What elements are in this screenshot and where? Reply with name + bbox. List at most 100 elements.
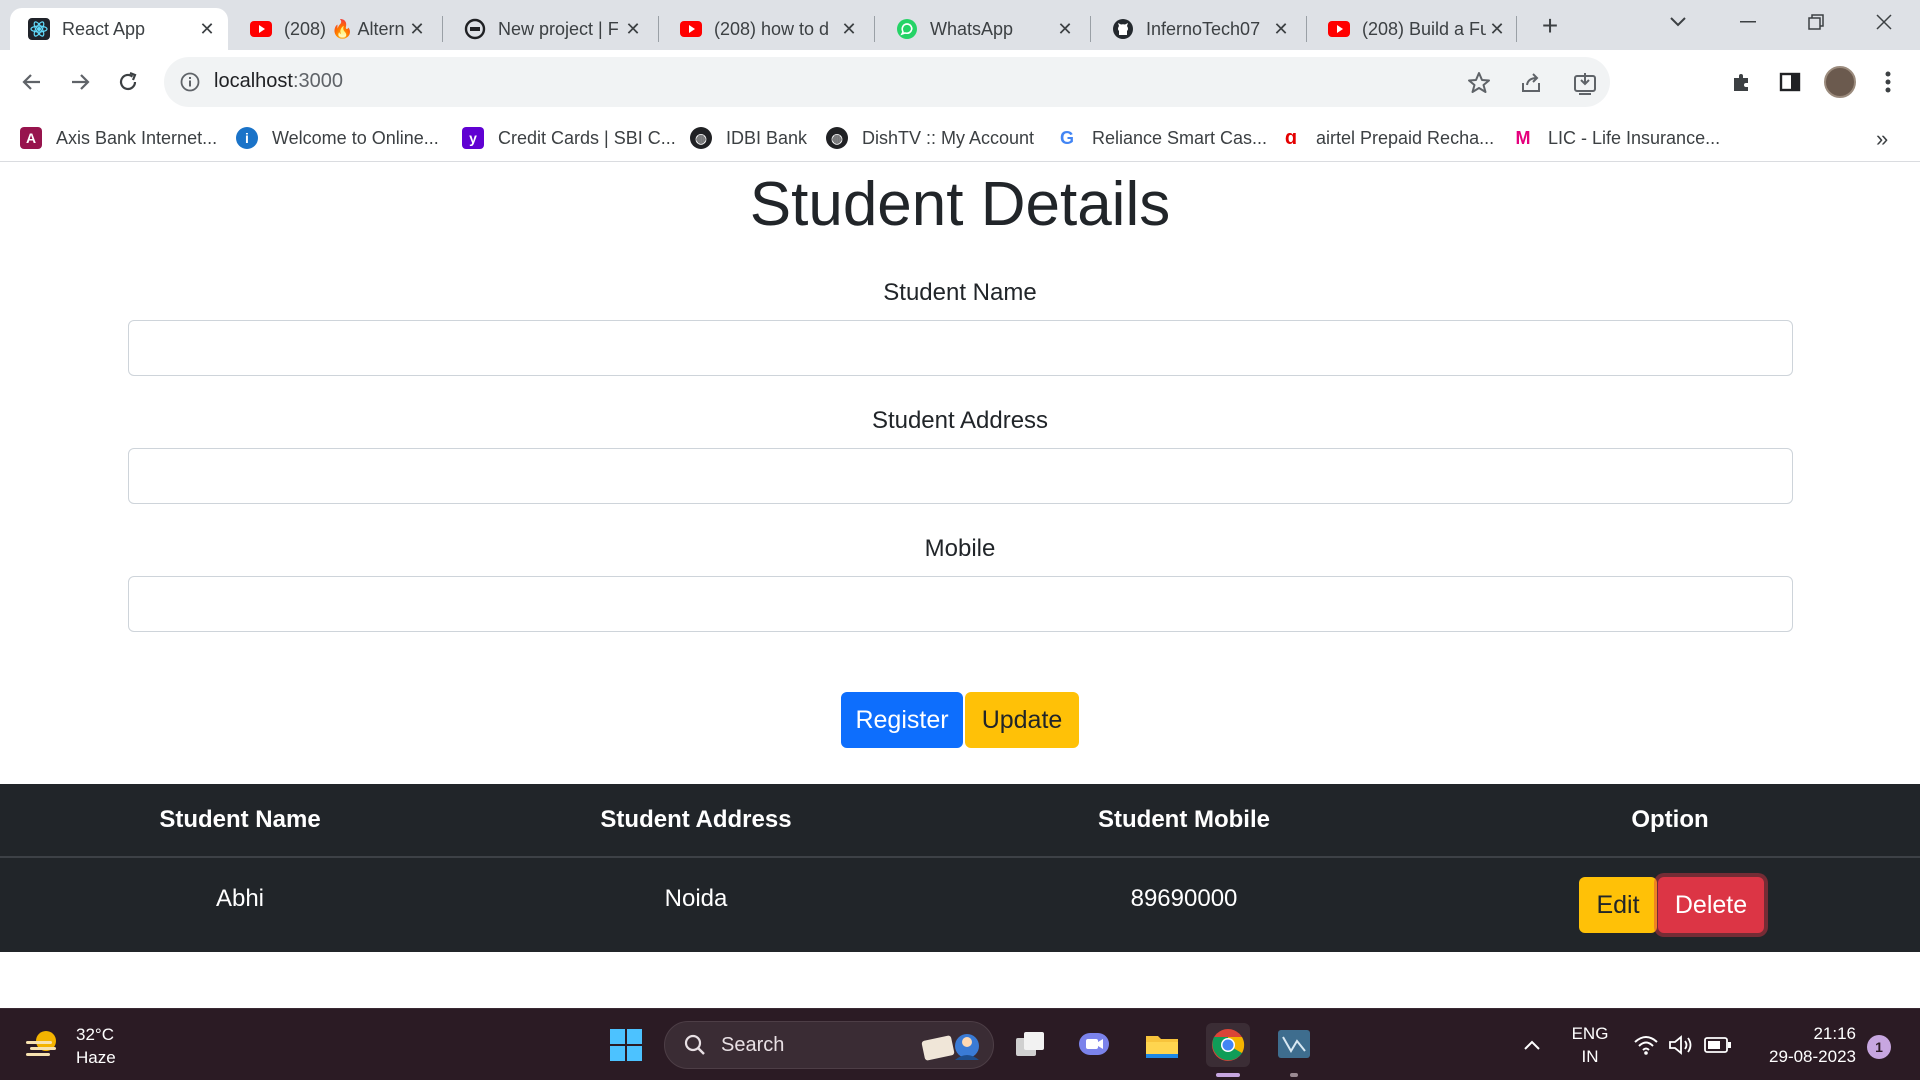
youtube-icon (1328, 18, 1350, 40)
bookmark-welcome-online[interactable]: i Welcome to Online... (236, 124, 439, 152)
back-arrow-icon[interactable] (12, 62, 52, 102)
student-address-input[interactable] (128, 448, 1793, 504)
weather-temperature: 32°C (76, 1025, 114, 1044)
bookmark-star-icon[interactable] (1466, 70, 1492, 96)
bookmark-idbi-bank[interactable]: ◍ IDBI Bank (690, 124, 807, 152)
reload-icon[interactable] (108, 62, 148, 102)
bookmark-reliance-smart[interactable]: G Reliance Smart Cas... (1056, 124, 1267, 152)
clock-time: 21:16 (1813, 1024, 1856, 1043)
task-view-icon[interactable] (1008, 1023, 1052, 1067)
cell-student-name: Abhi (215, 885, 265, 912)
info-globe-icon: i (236, 127, 258, 149)
site-info-icon[interactable] (180, 72, 200, 92)
url-port: :3000 (292, 70, 343, 92)
minimize-icon[interactable] (1716, 0, 1780, 44)
delete-button[interactable]: Delete (1658, 877, 1764, 933)
update-button[interactable]: Update (965, 692, 1079, 748)
tab-search-icon[interactable] (1646, 0, 1710, 44)
close-window-icon[interactable] (1852, 0, 1916, 44)
register-button[interactable]: Register (841, 692, 963, 748)
google-icon: G (1056, 127, 1078, 149)
side-panel-icon[interactable] (1770, 62, 1810, 102)
clock-date: 29-08-2023 (1769, 1047, 1856, 1066)
tab-title: (208) how to d (714, 18, 830, 39)
tab-strip: React App ✕ (208) 🔥 Altern ✕ New project… (0, 0, 1920, 50)
youtube-icon (250, 18, 272, 40)
file-explorer-icon[interactable] (1140, 1023, 1184, 1067)
tab-youtube-3[interactable]: (208) Build a Fu ✕ (1310, 8, 1518, 50)
new-tab-button[interactable]: + (1534, 11, 1566, 43)
notification-badge[interactable]: 1 (1867, 1035, 1891, 1059)
language-region: IN (1581, 1047, 1599, 1066)
globe-icon: ◍ (690, 127, 712, 149)
chrome-icon[interactable] (1206, 1023, 1250, 1067)
install-app-icon[interactable] (1572, 70, 1598, 96)
close-tab-icon[interactable]: ✕ (838, 18, 860, 40)
chevron-up-icon[interactable] (1510, 1023, 1554, 1067)
profile-avatar[interactable] (1824, 66, 1856, 98)
tab-github[interactable]: InfernoTech07 ✕ (1094, 8, 1302, 50)
tab-youtube-1[interactable]: (208) 🔥 Altern ✕ (232, 8, 438, 50)
tab-new-project[interactable]: New project | F ✕ (446, 8, 654, 50)
taskbar-search[interactable]: Search (664, 1021, 994, 1069)
student-name-label: Student Name (883, 279, 1037, 306)
tab-divider (874, 16, 875, 42)
mobile-input[interactable] (128, 576, 1793, 632)
bookmark-airtel[interactable]: ɑ airtel Prepaid Recha... (1280, 124, 1494, 152)
tab-divider (1306, 16, 1307, 42)
student-name-input[interactable] (128, 320, 1793, 376)
bookmarks-bar: A Axis Bank Internet... i Welcome to Onl… (0, 114, 1920, 162)
close-tab-icon[interactable]: ✕ (622, 18, 644, 40)
tab-react-app[interactable]: React App ✕ (10, 8, 228, 50)
language-indicator[interactable]: ENG IN (1566, 1022, 1614, 1068)
running-app-indicator (1290, 1073, 1298, 1077)
close-tab-icon[interactable]: ✕ (1054, 18, 1076, 40)
column-header-option: Option (1631, 806, 1709, 833)
bookmarks-overflow-icon[interactable]: » (1876, 126, 1888, 152)
bookmark-label: Axis Bank Internet... (56, 127, 218, 148)
url-host: localhost (214, 70, 293, 92)
clock[interactable]: 21:16 29-08-2023 (1748, 1022, 1856, 1068)
bookmark-lic[interactable]: M LIC - Life Insurance... (1512, 124, 1720, 152)
page-title: Student Details (749, 170, 1171, 239)
share-icon[interactable] (1518, 70, 1544, 96)
edit-button[interactable]: Edit (1579, 877, 1657, 933)
bookmark-label: Welcome to Online... (272, 127, 439, 148)
bookmark-label: LIC - Life Insurance... (1548, 127, 1721, 148)
battery-icon[interactable] (1696, 1023, 1740, 1067)
close-tab-icon[interactable]: ✕ (1270, 18, 1292, 40)
bookmark-label: airtel Prepaid Recha... (1316, 127, 1495, 148)
column-header-name: Student Name (159, 806, 321, 833)
tab-title: WhatsApp (930, 18, 1014, 39)
column-header-mobile: Student Mobile (1098, 806, 1270, 833)
close-tab-icon[interactable]: ✕ (196, 18, 218, 40)
bookmark-axis-bank[interactable]: A Axis Bank Internet... (20, 124, 217, 152)
project-icon (464, 18, 486, 40)
close-tab-icon[interactable]: ✕ (1486, 18, 1508, 40)
weather-widget[interactable]: 32°C Haze (24, 1023, 116, 1069)
browser-toolbar: localhost:3000 (0, 50, 1920, 114)
close-tab-icon[interactable]: ✕ (406, 18, 428, 40)
windows-start-icon[interactable] (604, 1023, 648, 1067)
bookmark-sbi-credit-cards[interactable]: y Credit Cards | SBI C... (462, 124, 676, 152)
github-icon (1112, 18, 1134, 40)
mobile-label: Mobile (924, 535, 996, 562)
bookmark-dishtv[interactable]: ◍ DishTV :: My Account (826, 124, 1034, 152)
vscode-like-icon[interactable] (1272, 1023, 1316, 1067)
more-menu-icon[interactable] (1868, 62, 1908, 102)
tab-title: (208) 🔥 Altern (284, 18, 405, 39)
youtube-icon (680, 18, 702, 40)
extensions-puzzle-icon[interactable] (1722, 62, 1762, 102)
tab-title: (208) Build a Fu (1362, 18, 1486, 39)
tab-title: New project | F (498, 18, 619, 39)
bookmark-label: Credit Cards | SBI C... (498, 127, 676, 148)
restore-icon[interactable] (1784, 0, 1848, 44)
teams-chat-icon[interactable] (1072, 1023, 1116, 1067)
students-table: Student Name Student Address Student Mob… (0, 784, 1920, 952)
column-header-address: Student Address (600, 806, 792, 833)
forward-arrow-icon[interactable] (60, 62, 100, 102)
tab-whatsapp[interactable]: WhatsApp ✕ (878, 8, 1086, 50)
address-bar[interactable]: localhost:3000 (164, 57, 1610, 107)
haze-weather-icon (24, 1027, 62, 1066)
tab-youtube-2[interactable]: (208) how to d ✕ (662, 8, 870, 50)
